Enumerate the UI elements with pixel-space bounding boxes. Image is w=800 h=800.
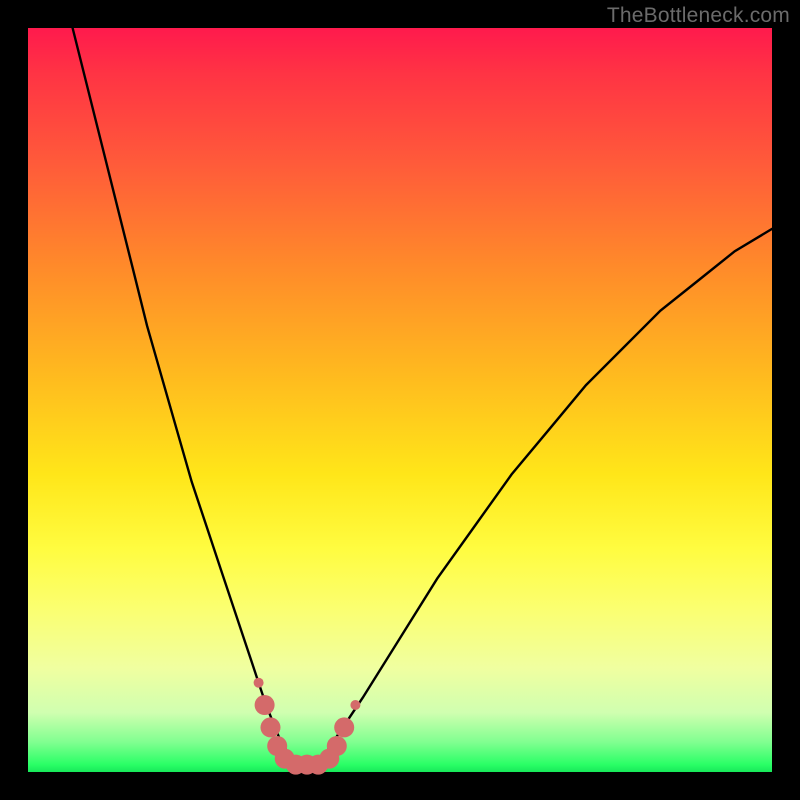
curve-marker [254,678,264,688]
curve-marker [261,717,281,737]
curve-marker [350,700,360,710]
curve-marker [327,736,347,756]
curve-marker [255,695,275,715]
chart-svg [28,28,772,772]
curve-marker [334,717,354,737]
watermark-text: TheBottleneck.com [607,4,790,28]
plot-area [28,28,772,772]
curve-markers [254,678,361,775]
outer-frame: TheBottleneck.com [0,0,800,800]
bottleneck-curve [73,28,772,765]
